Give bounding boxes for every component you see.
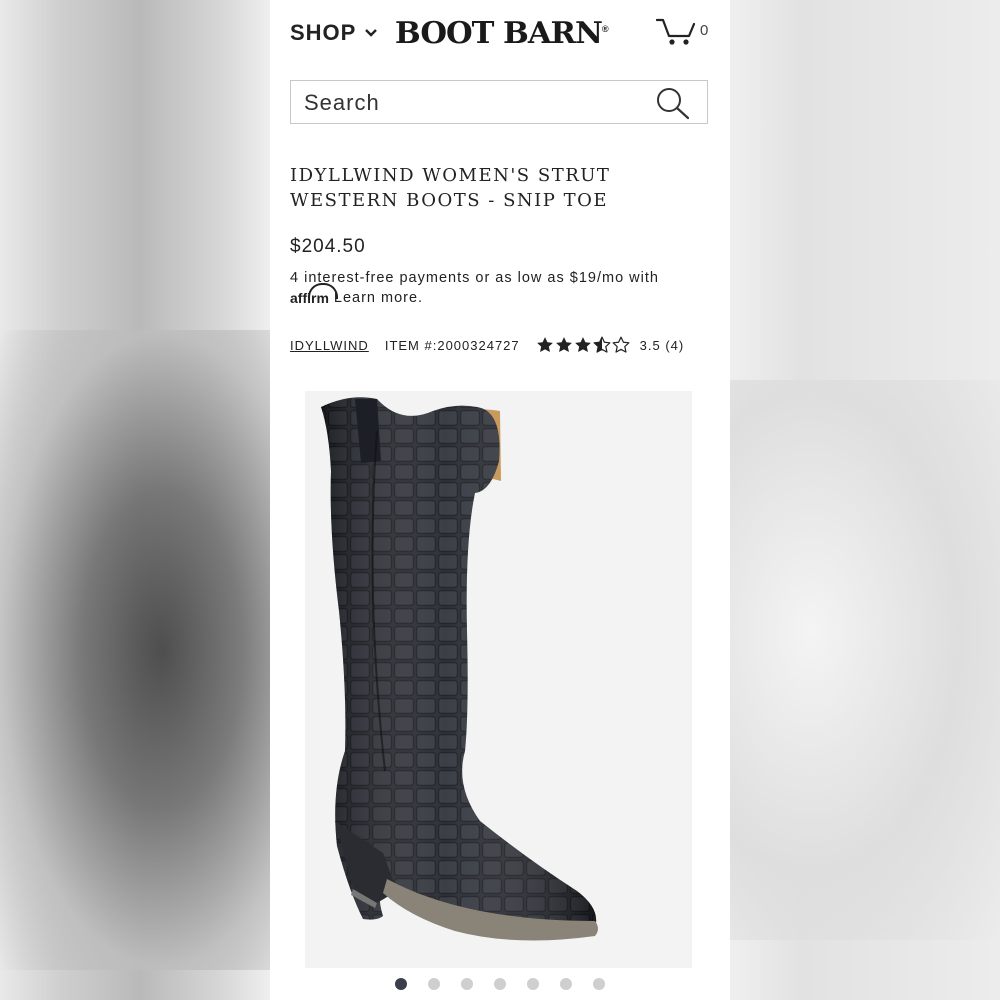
product-price: $204.50	[290, 236, 366, 257]
carousel-dot[interactable]	[395, 978, 407, 990]
financing-affirm: affirm Learn more.	[290, 283, 423, 306]
carousel-dot[interactable]	[560, 978, 572, 990]
financing-text: 4 interest-free payments or as low as $1…	[290, 270, 659, 286]
image-carousel-dots	[270, 978, 730, 990]
star-full-icon	[536, 337, 553, 353]
carousel-dot[interactable]	[494, 978, 506, 990]
carousel-dot[interactable]	[461, 978, 473, 990]
search-placeholder: Search	[304, 90, 380, 115]
product-page: SHOP BOOT BARN® 0 Search IDYLLWIND WOMEN…	[270, 0, 730, 1000]
chevron-down-icon	[365, 29, 378, 37]
learn-more-link[interactable]: Learn more.	[334, 290, 423, 306]
star-empty-icon	[612, 336, 630, 353]
cart-button[interactable]: 0	[656, 16, 708, 46]
item-number: ITEM #:2000324727	[384, 337, 520, 353]
registered-mark: ®	[601, 24, 609, 34]
star-full-icon	[574, 337, 591, 353]
affirm-logo: affirm	[290, 283, 338, 306]
search-input[interactable]: Search	[290, 80, 708, 124]
boot-barn-logo[interactable]: BOOT BARN®	[394, 16, 609, 51]
product-meta: IDYLLWIND ITEM #:2000324727 3.5 (4)	[290, 334, 710, 356]
background-blur-right	[730, 380, 1000, 940]
background-blur-left	[0, 330, 270, 970]
boot-image	[305, 391, 692, 968]
search-icon[interactable]	[655, 86, 691, 120]
product-title: IDYLLWIND WOMEN'S STRUT WESTERN BOOTS - …	[290, 163, 710, 213]
rating-text[interactable]: 3.5 (4)	[640, 338, 685, 353]
star-full-icon	[555, 337, 572, 353]
cart-icon	[656, 18, 696, 45]
carousel-dot[interactable]	[593, 978, 605, 990]
carousel-dot[interactable]	[527, 978, 539, 990]
brand-link[interactable]: IDYLLWIND	[290, 338, 369, 353]
shop-menu-button[interactable]: SHOP	[290, 20, 378, 46]
logo-text: BOOT BARN	[394, 16, 603, 51]
rating-stars[interactable]	[536, 336, 630, 354]
cart-count: 0	[700, 22, 709, 39]
shop-label: SHOP	[290, 20, 357, 45]
star-half-icon	[593, 336, 611, 353]
product-title-line-2: WESTERN BOOTS - SNIP TOE	[290, 190, 609, 211]
product-title-line-1: IDYLLWIND WOMEN'S STRUT	[290, 165, 611, 186]
product-image[interactable]	[305, 391, 692, 968]
site-header: SHOP BOOT BARN® 0	[270, 0, 730, 72]
carousel-dot[interactable]	[428, 978, 440, 990]
